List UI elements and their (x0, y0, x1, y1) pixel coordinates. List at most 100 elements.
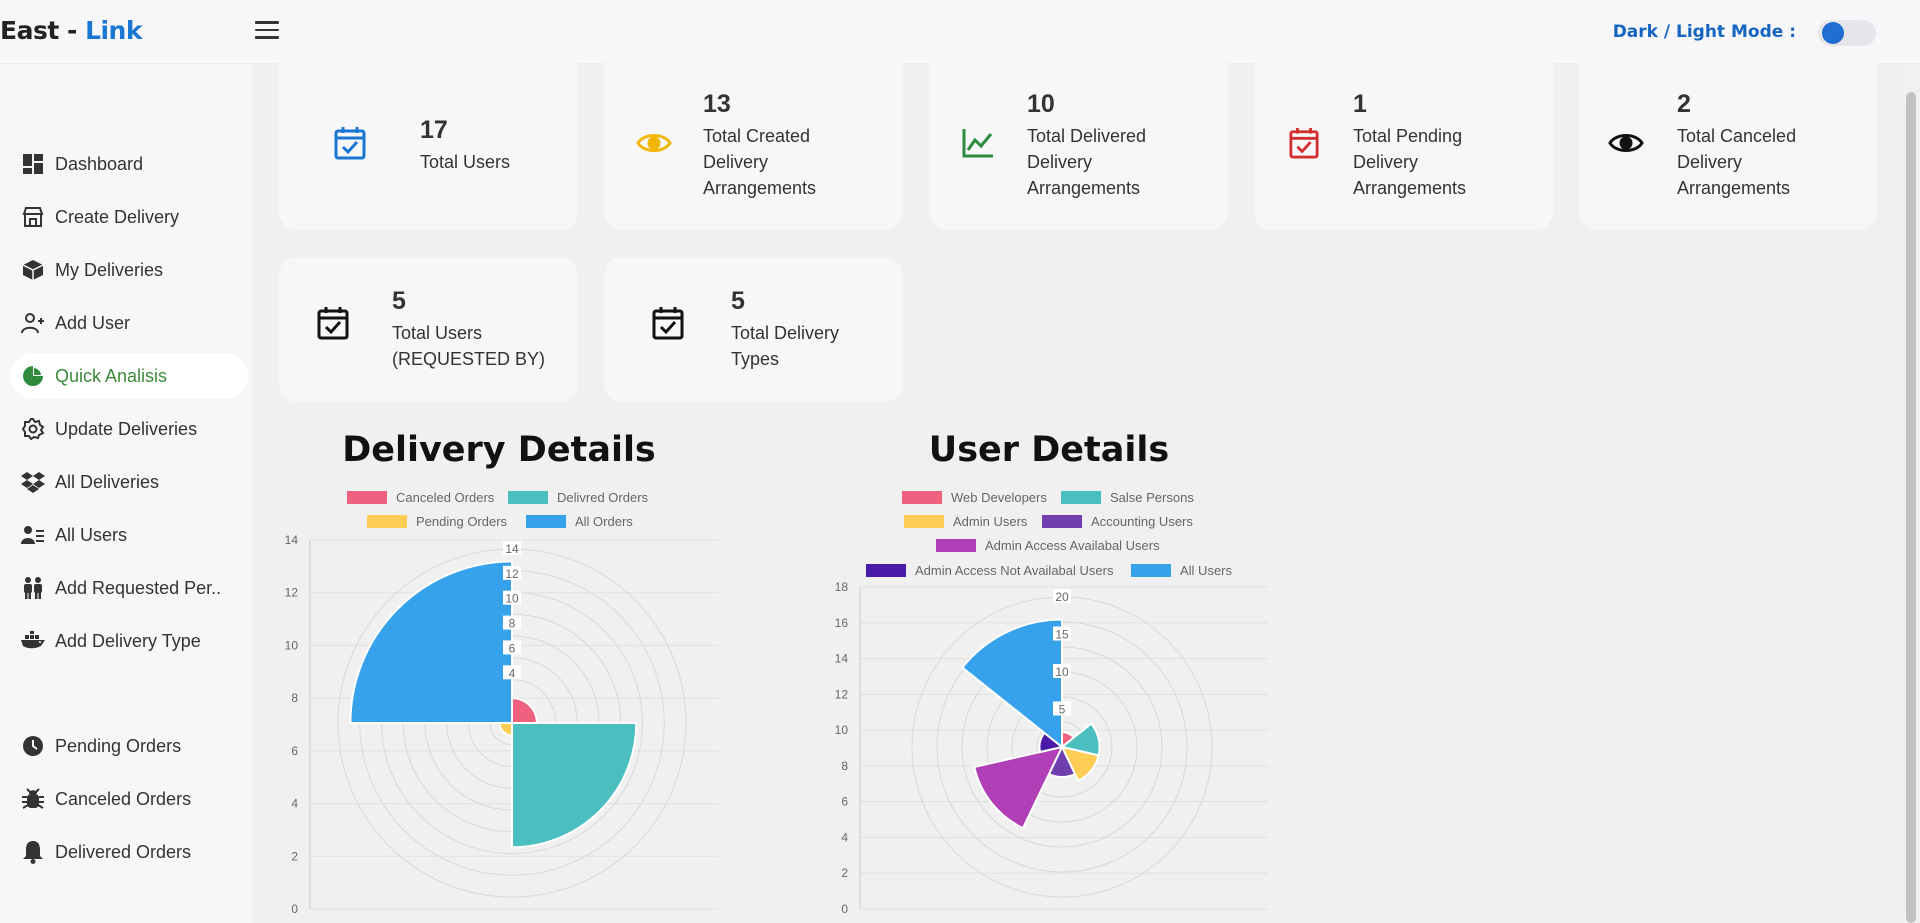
stat-icon-box (1280, 101, 1327, 189)
storefront-icon (20, 204, 46, 230)
scrollbar-thumb[interactable] (1906, 92, 1916, 923)
r-tick-label: 10 (505, 592, 519, 606)
stat-card-requested-by: 5 Total Users (REQUESTED BY) (279, 257, 578, 402)
stat-icon-box (306, 101, 394, 189)
stat-card-total-canceled: 2 Total Canceled Delivery Arrangements (1579, 50, 1877, 230)
stat-icon-box (631, 101, 677, 189)
stat-label-line: Types (731, 349, 780, 369)
legend-swatch (508, 491, 548, 504)
dashboard-icon (20, 151, 46, 177)
legend-label: Salse Persons (1110, 490, 1194, 505)
sidebar-item-label: My Deliveries (55, 259, 164, 280)
sidebar-item-delivered-orders[interactable]: Delivered Orders (10, 829, 248, 875)
chart-slice (511, 722, 638, 849)
pie-chart-icon (20, 363, 46, 389)
stat-card-total-delivered: 10 Total Delivered Delivery Arrangements (929, 50, 1228, 230)
user-details-chart: 0 2 4 6 8 10 12 14 16 18 5 10 15 20 (835, 580, 1268, 916)
sidebar-item-my-deliveries[interactable]: My Deliveries (10, 247, 248, 293)
stat-value: 2 (1677, 90, 1691, 118)
y-tick-label: 4 (841, 830, 848, 844)
stat-label: Total Users (REQUESTED BY) (392, 320, 545, 372)
legend-item[interactable]: Canceled Orders (347, 490, 494, 505)
stat-label-line: Delivery (1353, 152, 1419, 172)
dropbox-icon (20, 469, 46, 495)
stat-label: Total Created Delivery Arrangements (703, 123, 816, 201)
stat-value: 5 (731, 287, 745, 315)
sidebar-item-label: Add Requested Per.. (55, 577, 222, 598)
y-tick-label: 2 (841, 866, 848, 880)
gear-icon (20, 416, 46, 442)
package-icon (20, 257, 46, 283)
sidebar-item-dashboard[interactable]: Dashboard (10, 141, 248, 187)
scrollbar[interactable] (1902, 64, 1920, 923)
r-tick-label: 20 (1055, 590, 1069, 604)
stat-card-total-created: 13 Total Created Delivery Arrangements (604, 50, 903, 230)
brand-logo[interactable]: East - Link (0, 16, 142, 45)
y-tick-label: 16 (835, 616, 849, 630)
delivery-details-chart: 0 2 4 6 8 10 12 14 4 6 8 10 12 14 (285, 533, 718, 916)
brand-name-part2: Link (85, 16, 142, 45)
stat-icon-box (955, 101, 1001, 189)
stat-label-line: Total Delivery (731, 323, 840, 343)
sidebar-item-add-user[interactable]: Add User (10, 300, 248, 346)
r-tick-label: 10 (1055, 665, 1069, 679)
calendar-check-icon (317, 306, 349, 345)
stat-value: 10 (1027, 90, 1055, 118)
bug-icon (20, 786, 46, 812)
dark-mode-toggle[interactable] (1818, 20, 1876, 46)
stat-label-line: Delivery (1027, 152, 1093, 172)
sidebar-item-quick-analisis[interactable]: Quick Analisis (10, 353, 248, 399)
sidebar-item-all-users[interactable]: All Users (10, 512, 248, 558)
sidebar-item-add-requested-persons[interactable]: Add Requested Per.. (10, 565, 248, 611)
sidebar-item-update-deliveries[interactable]: Update Deliveries (10, 406, 248, 452)
y-tick-label: 12 (835, 687, 849, 701)
y-tick-label: 18 (835, 580, 849, 594)
legend-swatch (936, 539, 976, 552)
sidebar-item-pending-orders[interactable]: Pending Orders (10, 723, 248, 769)
sidebar-item-label: Update Deliveries (55, 418, 198, 439)
y-tick-label: 8 (291, 691, 298, 705)
legend-label: Web Developers (951, 490, 1047, 505)
stat-label-line: Total Canceled (1677, 126, 1797, 146)
brand-name-part1: East - (0, 16, 86, 45)
clock-icon (20, 733, 46, 759)
sidebar-item-all-deliveries[interactable]: All Deliveries (10, 459, 248, 505)
sidebar-item-canceled-orders[interactable]: Canceled Orders (10, 776, 248, 822)
sidebar-item-label: Quick Analisis (55, 365, 168, 386)
stat-icon-box (650, 306, 686, 343)
chart-slice (511, 697, 538, 724)
stat-icon-box (1606, 101, 1646, 189)
legend-label: Accounting Users (1091, 514, 1193, 529)
sidebar-item-label: Dashboard (55, 153, 144, 174)
y-tick-label: 8 (841, 759, 848, 773)
chart-slice (960, 618, 1063, 750)
stat-label-line: Delivery (1677, 152, 1743, 172)
legend-item[interactable]: Delivred Orders (508, 490, 648, 505)
chart-slice (349, 560, 513, 724)
stat-label-line: (REQUESTED BY) (392, 349, 546, 369)
sidebar-item-label: Add Delivery Type (55, 630, 201, 651)
legend-label: Admin Access Availabal Users (985, 538, 1160, 553)
legend-item[interactable]: Web Developers (902, 490, 1047, 505)
stat-value: 17 (420, 116, 448, 144)
sidebar-item-label: Add User (55, 312, 131, 333)
sidebar-item-add-delivery-type[interactable]: Add Delivery Type (10, 618, 248, 664)
bell-icon (20, 839, 46, 865)
user-list-icon (20, 522, 46, 548)
r-tick-label: 5 (1059, 703, 1066, 717)
trend-chart-icon (962, 128, 994, 163)
stat-label: Total Canceled Delivery Arrangements (1677, 123, 1796, 201)
chart-slice (973, 745, 1064, 830)
eye-icon (1608, 131, 1644, 160)
sidebar-item-create-delivery[interactable]: Create Delivery (10, 194, 248, 240)
hamburger-menu-icon[interactable] (255, 21, 279, 41)
y-tick-label: 6 (841, 795, 848, 809)
legend-item[interactable]: Admin Access Availabal Users (936, 538, 1160, 553)
sidebar-item-label: Canceled Orders (55, 788, 192, 809)
legend-item[interactable]: Salse Persons (1061, 490, 1194, 505)
y-tick-label: 14 (285, 533, 299, 547)
legend-item[interactable]: Accounting Users (1042, 514, 1193, 529)
chart-title-delivery-details: Delivery Details (342, 430, 656, 470)
r-tick-label: 15 (1055, 628, 1069, 642)
legend-item[interactable]: Admin Users (904, 514, 1027, 529)
